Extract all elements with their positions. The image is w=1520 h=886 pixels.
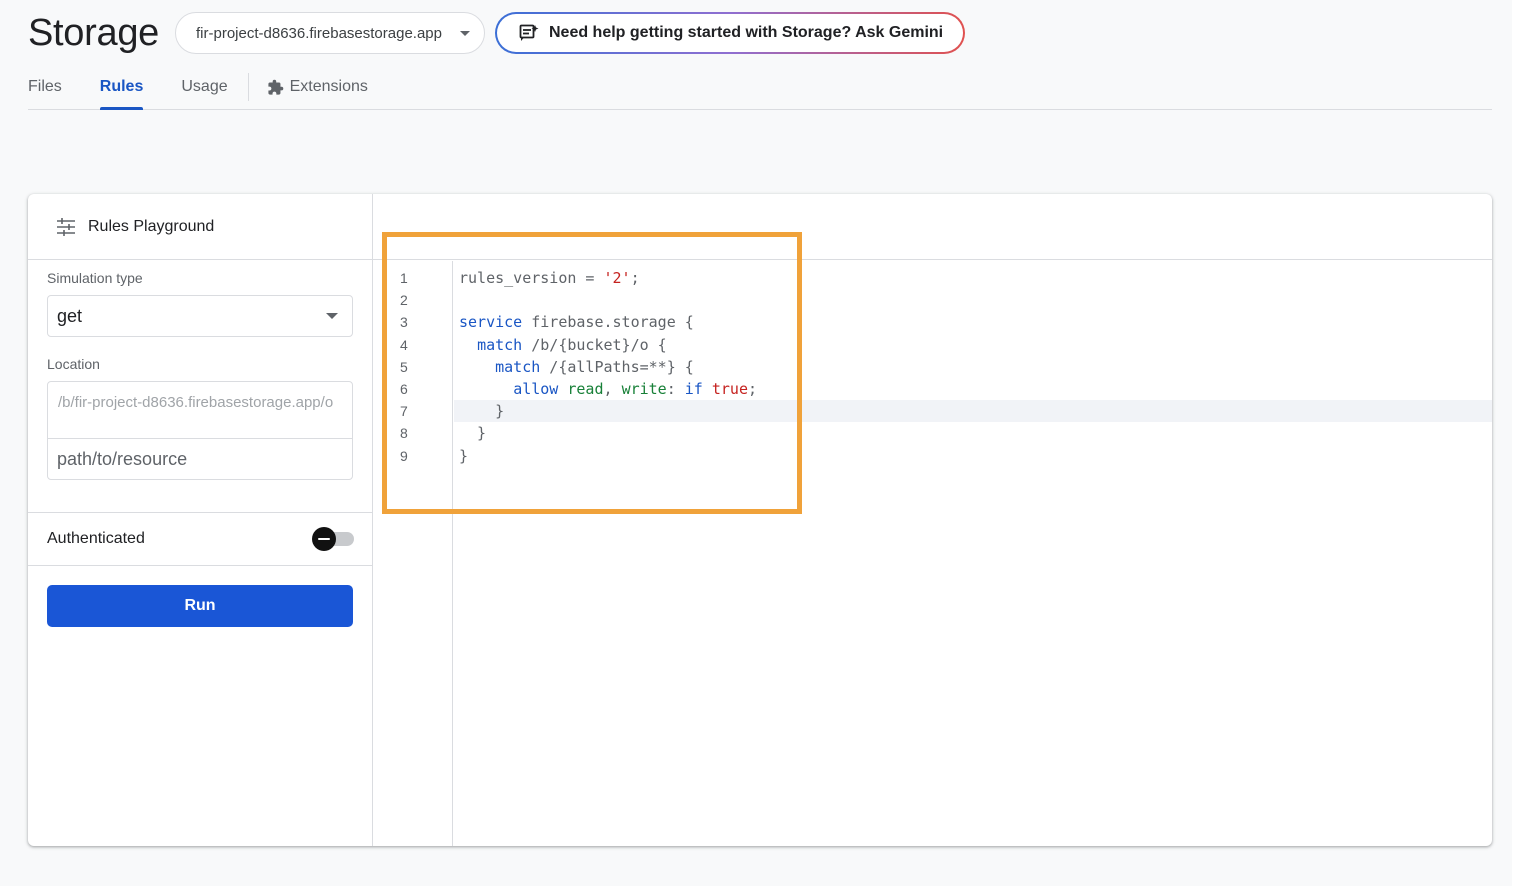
ask-gemini-label: Need help getting started with Storage? … bbox=[548, 24, 944, 41]
bucket-select-value: fir-project-d8636.firebasestorage.app bbox=[196, 24, 442, 42]
location-label: Location bbox=[47, 356, 100, 372]
run-button[interactable]: Run bbox=[47, 585, 353, 627]
authenticated-row: Authenticated bbox=[28, 512, 373, 566]
line-number: 7 bbox=[400, 403, 408, 420]
page-title: Storage bbox=[28, 11, 159, 54]
line-number: 4 bbox=[400, 336, 408, 353]
page-edge bbox=[1512, 0, 1520, 886]
tab-bar: Files Rules Usage Extensions bbox=[28, 66, 1492, 110]
line-number: 6 bbox=[400, 380, 408, 397]
simulation-type-label: Simulation type bbox=[47, 270, 143, 286]
line-number: 9 bbox=[400, 447, 408, 464]
toggle-thumb bbox=[312, 527, 336, 551]
code-line[interactable]: allow read, write: if true; bbox=[454, 378, 1492, 400]
code-line[interactable]: } bbox=[454, 400, 1492, 423]
line-number: 8 bbox=[400, 425, 408, 442]
page-header: Storage fir-project-d8636.firebasestorag… bbox=[28, 10, 965, 56]
line-number: 5 bbox=[400, 358, 408, 375]
playground-header: Rules Playground bbox=[28, 194, 372, 260]
chevron-down-icon bbox=[459, 30, 470, 36]
line-number: 1 bbox=[400, 270, 408, 286]
rules-card: Rules Playground Simulation type get Loc… bbox=[28, 194, 1492, 846]
rules-playground-panel: Rules Playground Simulation type get Loc… bbox=[28, 194, 373, 846]
tab-usage[interactable]: Usage bbox=[181, 66, 227, 109]
tab-extensions[interactable]: Extensions bbox=[267, 66, 368, 109]
line-number-gutter: 1 2 3 4 5 6 7 8 9 bbox=[373, 261, 453, 846]
code-area[interactable]: rules_version = '2';​service firebase.st… bbox=[454, 261, 1492, 846]
location-path-input[interactable]: path/to/resource bbox=[48, 439, 352, 480]
location-prefix: /b/fir-project-d8636.firebasestorage.app… bbox=[48, 382, 352, 439]
rules-editor[interactable]: 1 2 3 4 5 6 7 8 9 rules_version = '2';​service f… bbox=[373, 194, 1492, 846]
puzzle-icon bbox=[267, 79, 284, 101]
simulation-type-select[interactable]: get bbox=[47, 295, 353, 337]
playground-title: Rules Playground bbox=[88, 217, 215, 235]
tab-divider bbox=[247, 73, 249, 101]
gemini-sparkle-icon bbox=[519, 24, 539, 42]
code-line[interactable]: ​ bbox=[454, 289, 1492, 311]
tune-icon bbox=[56, 217, 76, 236]
code-line[interactable]: } bbox=[454, 422, 1492, 444]
authenticated-label: Authenticated bbox=[47, 530, 145, 547]
editor-toolbar bbox=[373, 194, 1492, 260]
code-line[interactable]: match /{allPaths=**} { bbox=[454, 356, 1492, 378]
authenticated-toggle[interactable] bbox=[312, 527, 354, 551]
line-number: 3 bbox=[400, 314, 408, 331]
simulation-type-value: get bbox=[57, 305, 83, 326]
code-line[interactable]: match /b/{bucket}/o { bbox=[454, 334, 1492, 356]
tab-extensions-label: Extensions bbox=[289, 78, 368, 95]
chevron-down-icon bbox=[326, 313, 338, 319]
code-line[interactable]: rules_version = '2'; bbox=[454, 267, 1492, 289]
bucket-select[interactable]: fir-project-d8636.firebasestorage.app bbox=[175, 12, 485, 54]
line-number: 2 bbox=[400, 292, 408, 309]
tab-files[interactable]: Files bbox=[28, 66, 62, 109]
ask-gemini-button[interactable]: Need help getting started with Storage? … bbox=[495, 12, 965, 54]
code-line[interactable]: service firebase.storage { bbox=[454, 311, 1492, 333]
tab-rules[interactable]: Rules bbox=[99, 66, 143, 110]
code-line[interactable]: } bbox=[454, 445, 1492, 467]
location-field: /b/fir-project-d8636.firebasestorage.app… bbox=[47, 381, 353, 480]
